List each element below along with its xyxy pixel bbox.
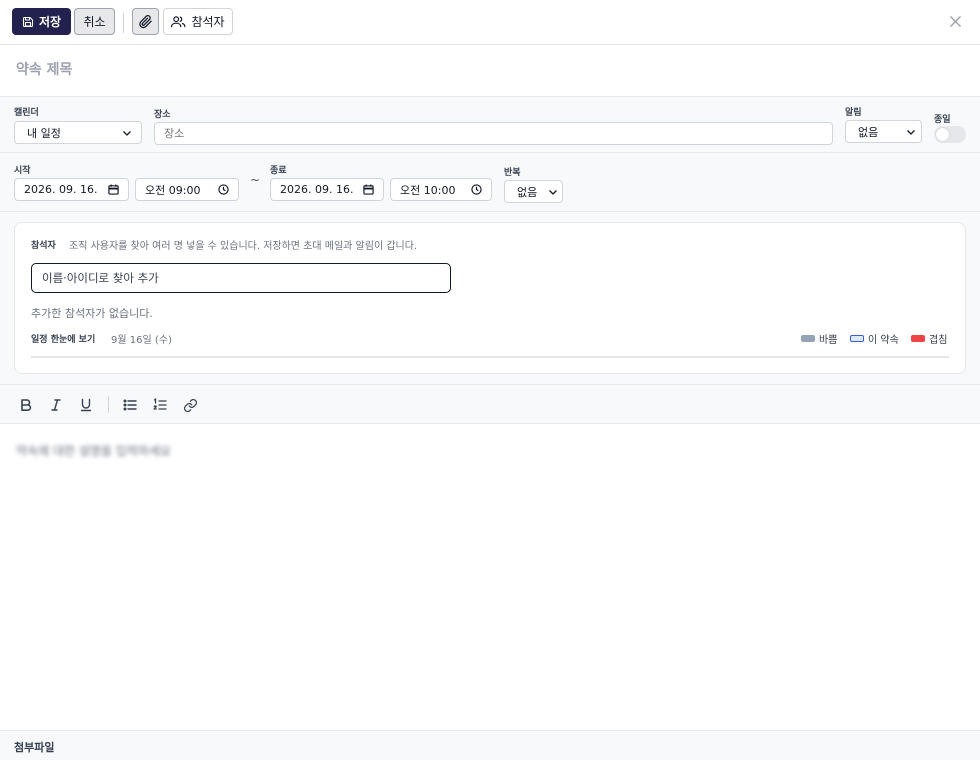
bullet-list-button[interactable] — [120, 395, 140, 415]
save-button[interactable]: 저장 — [12, 8, 71, 35]
schedule-overview-date: 9월 16일 (수) — [111, 335, 172, 346]
italic-button[interactable] — [46, 395, 66, 415]
attendee-section-label: 참석자 — [31, 241, 56, 251]
attendee-card: 참석자 조직 사용자를 찾아 여러 명 넣을 수 있습니다. 저장하면 초대 메… — [14, 222, 966, 374]
allday-label: 종일 — [934, 115, 951, 125]
attendee-description: 조직 사용자를 찾아 여러 명 넣을 수 있습니다. 저장하면 초대 메일과 알… — [69, 241, 418, 252]
repeat-value: 없음 — [517, 185, 538, 199]
attendee-search-input[interactable] — [31, 263, 451, 293]
attendee-label: 참석자 — [191, 15, 225, 29]
chevron-down-icon — [548, 187, 558, 197]
legend-this: 이 약속 — [850, 331, 899, 346]
end-date-value: 2026. 09. 16. — [280, 183, 354, 196]
repeat-label: 반복 — [504, 168, 521, 178]
legend-label-overlap: 겹침 — [929, 335, 948, 346]
calendar-icon — [108, 184, 119, 195]
clock-icon — [471, 184, 482, 195]
title-row — [0, 45, 980, 97]
schedule-overview-label: 일정 한눈에 보기 — [31, 335, 96, 345]
bold-icon — [19, 398, 33, 412]
attendee-empty-text: 추가한 참석자가 없습니다. — [31, 307, 153, 320]
save-icon — [22, 16, 34, 28]
save-label: 저장 — [38, 15, 62, 29]
location-input[interactable] — [154, 122, 833, 145]
end-date-input[interactable]: 2026. 09. 16. — [270, 178, 384, 201]
editor-toolbar-divider — [108, 396, 109, 413]
link-icon — [183, 398, 198, 413]
top-toolbar: 저장 취소 참석자 — [0, 0, 980, 45]
alarm-value: 없음 — [858, 125, 879, 139]
field-row-2: 시작 2026. 09. 16. 오전 09:00 ~ 종료 2026. 09.… — [0, 153, 980, 212]
field-row-1: 캘린더 내 일정 장소 알림 없음 종일 — [0, 97, 980, 153]
location-label: 장소 — [154, 110, 171, 120]
title-input[interactable] — [16, 57, 956, 83]
ordered-list-button[interactable] — [150, 395, 170, 415]
italic-icon — [49, 398, 63, 412]
paperclip-icon — [138, 14, 153, 29]
close-button[interactable] — [946, 12, 964, 30]
editor-toolbar — [0, 385, 980, 424]
users-icon — [171, 15, 186, 28]
cancel-button[interactable]: 취소 — [74, 8, 115, 35]
start-date-input[interactable]: 2026. 09. 16. — [14, 178, 129, 201]
attachments-title: 첨부파일 — [14, 741, 55, 754]
clock-icon — [218, 184, 229, 195]
legend-swatch-overlap — [911, 335, 925, 342]
link-button[interactable] — [180, 395, 200, 415]
toggle-knob — [936, 128, 949, 141]
end-label: 종료 — [270, 166, 287, 176]
attachments-section: 첨부파일 — [0, 730, 980, 760]
allday-toggle[interactable] — [934, 126, 966, 143]
legend-label-busy: 바쁨 — [819, 335, 838, 346]
calendar-label: 캘린더 — [14, 108, 39, 118]
repeat-select[interactable]: 없음 — [504, 180, 563, 203]
close-icon — [949, 15, 961, 27]
calendar-select[interactable]: 내 일정 — [14, 121, 142, 144]
underline-button[interactable] — [76, 395, 96, 415]
legend-swatch-this — [850, 335, 864, 342]
legend-busy: 바쁨 — [801, 331, 837, 346]
start-date-value: 2026. 09. 16. — [24, 183, 98, 196]
attendee-button[interactable]: 참석자 — [163, 8, 233, 35]
chevron-down-icon — [122, 128, 132, 138]
chevron-down-icon — [906, 127, 916, 137]
bold-button[interactable] — [16, 395, 36, 415]
alarm-label: 알림 — [845, 108, 862, 118]
start-time-value: 오전 09:00 — [145, 183, 201, 197]
ordered-list-icon — [153, 398, 167, 412]
end-time-value: 오전 10:00 — [400, 183, 456, 197]
underline-icon — [79, 398, 93, 412]
start-label: 시작 — [14, 166, 31, 176]
legend-swatch-busy — [801, 335, 815, 342]
editor-body[interactable]: 약속에 대한 설명을 입력하세요 — [0, 424, 980, 730]
calendar-value: 내 일정 — [27, 126, 61, 140]
bullet-list-icon — [123, 398, 137, 412]
start-time-input[interactable]: 오전 09:00 — [135, 178, 239, 201]
toolbar-divider — [123, 13, 124, 33]
schedule-timeline — [31, 356, 949, 358]
attach-button[interactable] — [132, 8, 159, 35]
calendar-icon — [363, 184, 374, 195]
end-time-input[interactable]: 오전 10:00 — [390, 178, 492, 201]
legend-label-this: 이 약속 — [868, 335, 899, 346]
legend-overlap: 겹침 — [911, 331, 947, 346]
attendee-section: 참석자 조직 사용자를 찾아 여러 명 넣을 수 있습니다. 저장하면 초대 메… — [0, 212, 980, 385]
date-range-separator: ~ — [250, 173, 261, 187]
editor-placeholder: 약속에 대한 설명을 입력하세요 — [16, 444, 171, 458]
alarm-select[interactable]: 없음 — [845, 120, 922, 143]
